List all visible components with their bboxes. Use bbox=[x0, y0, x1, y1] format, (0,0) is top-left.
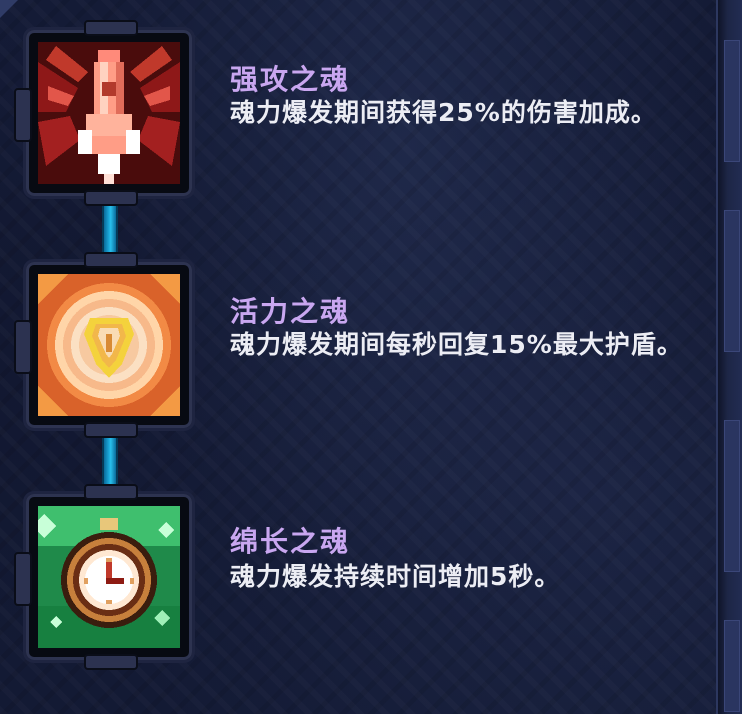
frame-nub bbox=[14, 88, 32, 142]
skill-3-description: 魂力爆发持续时间增加5秒。 bbox=[230, 562, 561, 591]
frame-nub bbox=[84, 654, 138, 670]
panel-right-border bbox=[716, 0, 742, 714]
panel-corner bbox=[0, 0, 18, 18]
border-segment bbox=[724, 620, 740, 712]
frame-nub bbox=[14, 320, 32, 374]
orange-shield-icon[interactable] bbox=[38, 274, 180, 416]
skill-1-description: 魂力爆发期间获得25%的伤害加成。 bbox=[230, 98, 657, 127]
border-segment bbox=[724, 40, 740, 162]
skill-slot-1[interactable] bbox=[14, 20, 192, 206]
frame-nub bbox=[84, 252, 138, 268]
skill-slot-2[interactable] bbox=[14, 252, 192, 438]
skill-2-title: 活力之魂 bbox=[230, 295, 351, 328]
frame-nub bbox=[84, 20, 138, 36]
border-segment bbox=[724, 210, 740, 352]
frame-nub bbox=[14, 552, 32, 606]
skill-tree-panel: 强攻之魂 魂力爆发期间获得25%的伤害加成。 活力之魂 魂力爆发期间每秒回复15… bbox=[0, 0, 742, 714]
frame-nub bbox=[84, 422, 138, 438]
frame-nub bbox=[84, 484, 138, 500]
green-clock-icon[interactable] bbox=[38, 506, 180, 648]
red-rocket-icon[interactable] bbox=[38, 42, 180, 184]
skill-2-description: 魂力爆发期间每秒回复15%最大护盾。 bbox=[230, 330, 683, 359]
skill-1-title: 强攻之魂 bbox=[230, 63, 351, 96]
skill-3-title: 绵长之魂 bbox=[230, 525, 351, 558]
skill-slot-3[interactable] bbox=[14, 484, 192, 670]
frame-nub bbox=[84, 190, 138, 206]
border-segment bbox=[724, 420, 740, 572]
